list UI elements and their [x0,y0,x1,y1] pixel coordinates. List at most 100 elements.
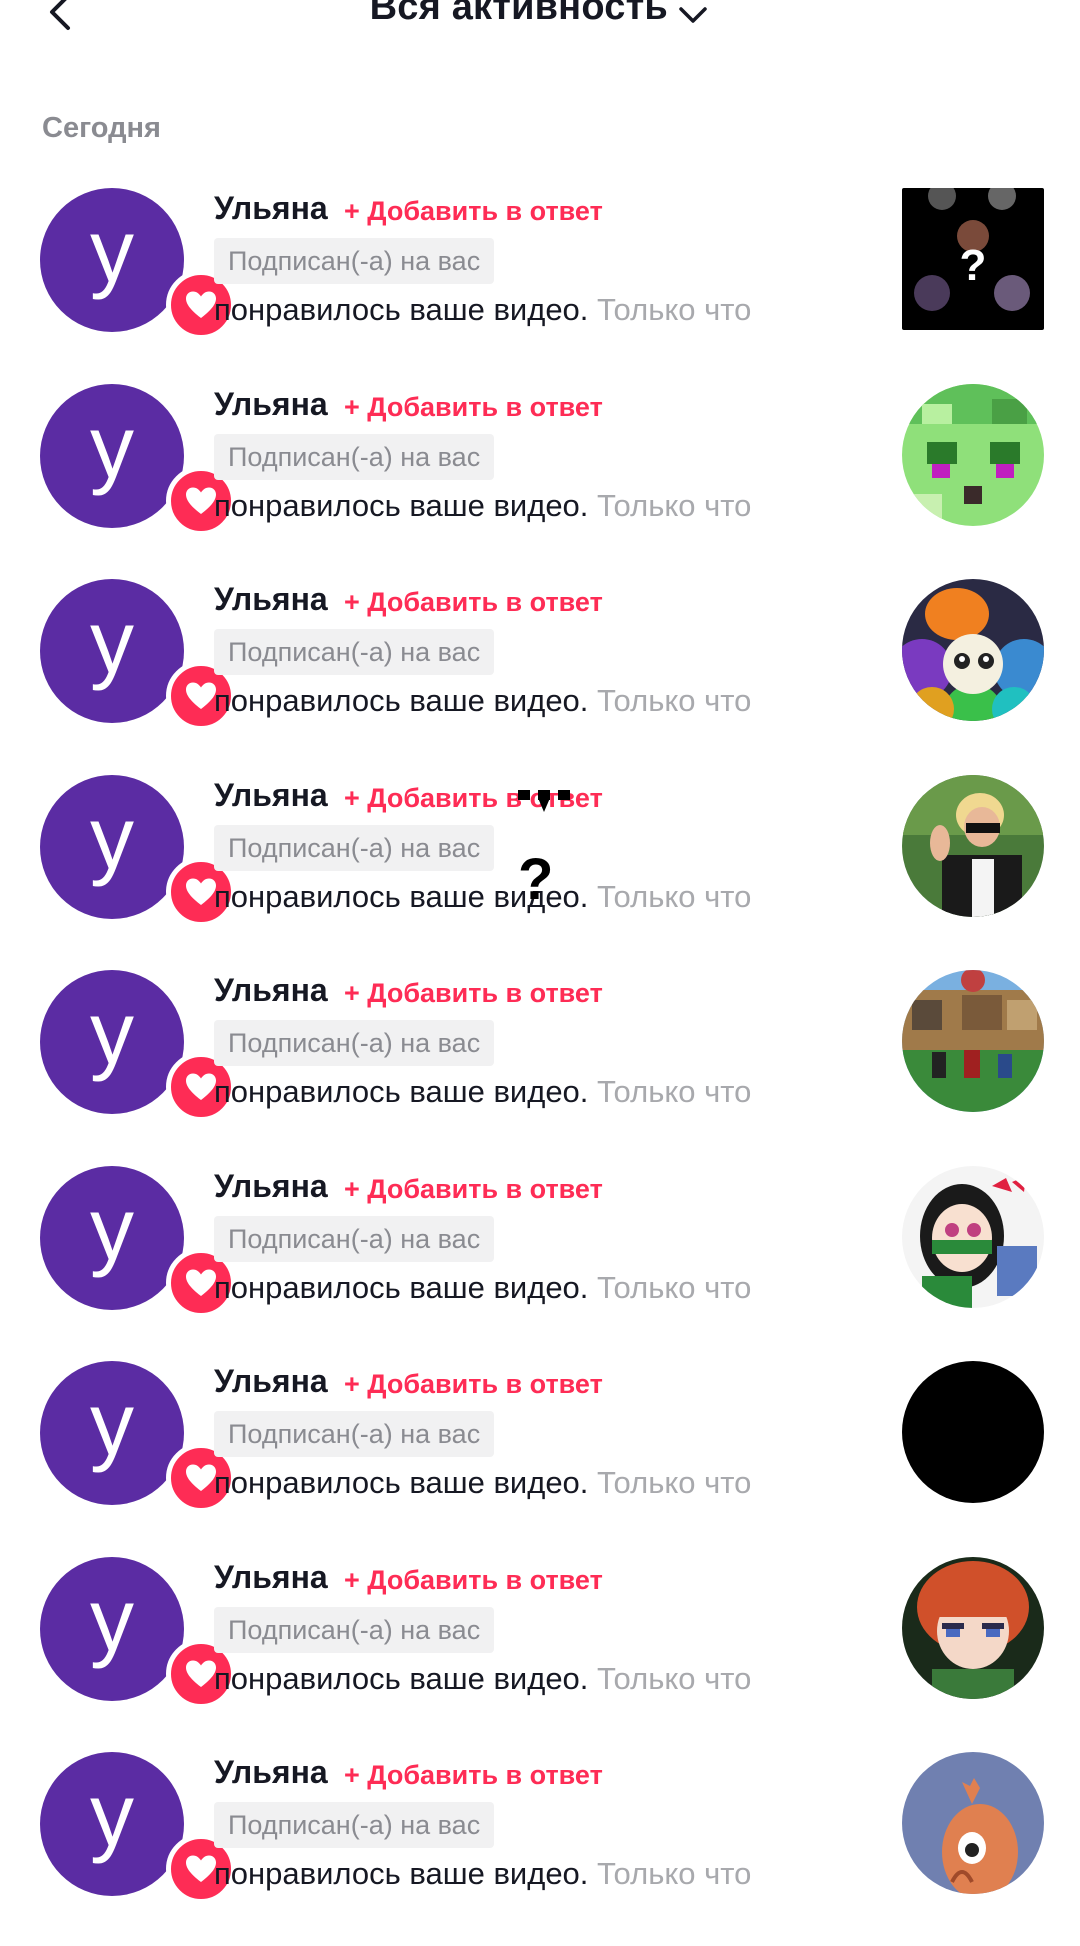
avatar[interactable]: у [40,1752,236,1904]
notification-row[interactable]: у Ульяна + Добавить в ответ Подписан(-а) на… [0,1359,1080,1555]
username[interactable]: Ульяна [214,1168,328,1205]
avatar[interactable]: у [40,1165,236,1318]
timestamp: Только что [597,683,752,718]
overlay-question-mark: ? [518,847,554,912]
avatar-letter: у [90,1765,134,1864]
activity-message: понравилось ваше видео. Только что [214,1661,751,1697]
message-text: понравилось ваше видео. [214,1465,589,1500]
notification-row[interactable]: у Ульяна + Добавить в ответ Подписан(-а) на… [0,968,1080,1164]
notification-list: у Ульяна + Добавить в ответ Подписан(-а) на… [0,186,1080,1946]
activity-message: понравилось ваше видео. Только что [214,292,751,328]
overlay-sticker-marks [518,790,570,812]
avatar-letter: у [90,396,134,496]
section-label-today: Сегодня [42,112,161,144]
avatar-letter: у [90,1178,134,1278]
avatar[interactable]: у [40,1556,236,1709]
activity-message: понравилось ваше видео. Только что [214,1465,751,1501]
video-thumbnail[interactable] [902,1361,1044,1503]
add-to-reply-button[interactable]: + Добавить в ответ [344,1174,603,1205]
activity-message: понравилось ваше видео. Только что [214,1856,751,1892]
heart-icon [186,1464,216,1491]
follows-you-badge: Подписан(-а) на вас [214,1802,495,1848]
message-text: понравилось ваше видео. [214,292,589,327]
timestamp: Только что [597,1660,752,1696]
heart-icon [186,1855,216,1882]
timestamp: Только что [597,1269,752,1305]
username[interactable]: Ульяна [214,386,328,423]
notification-row[interactable]: у Ульяна + Добавить в ответ Подписан(-а) на… [0,1750,1080,1946]
heart-icon [186,291,216,318]
username[interactable]: Ульяна [214,972,328,1009]
heart-icon [186,878,216,905]
username[interactable]: Ульяна [214,1559,328,1596]
video-thumbnail[interactable]: ? [902,188,1044,330]
video-thumbnail[interactable] [902,1556,1044,1699]
avatar-letter: у [90,1374,134,1473]
activity-message: понравилось ваше видео. Только что [214,488,751,524]
avatar-letter: у [90,592,134,691]
header: Вся активность [0,0,1080,60]
username[interactable]: Ульяна [214,190,328,227]
add-to-reply-button[interactable]: + Добавить в ответ [344,1369,603,1400]
follows-you-badge: Подписан(-а) на вас [214,1215,495,1262]
avatar[interactable]: у [40,774,236,927]
timestamp: Только что [597,878,752,914]
timestamp: Только что [597,487,752,523]
activity-message: понравилось ваше видео. Только что [214,1074,751,1110]
add-to-reply-button[interactable]: + Добавить в ответ [344,392,603,423]
video-thumbnail[interactable] [902,1165,1044,1308]
timestamp: Только что [597,1856,752,1891]
avatar[interactable]: у [40,579,236,731]
avatar-letter: у [90,1569,134,1669]
notification-row[interactable]: у Ульяна + Добавить в ответ Подписан(-а) на… [0,1164,1080,1360]
follows-you-badge: Подписан(-а) на вас [214,1020,495,1066]
avatar[interactable]: у [40,383,236,536]
avatar[interactable]: у [40,970,236,1122]
activity-filter-dropdown[interactable]: Вся активность [0,0,1080,29]
activity-message: понравилось ваше видео. Только что [214,683,751,719]
follows-you-badge: Подписан(-а) на вас [214,1606,495,1653]
notification-row[interactable]: у Ульяна + Добавить в ответ Подписан(-а) на… [0,577,1080,773]
heart-icon [186,487,216,514]
add-to-reply-button[interactable]: + Добавить в ответ [344,587,603,618]
heart-icon [186,1660,216,1687]
avatar[interactable]: у [40,1361,236,1513]
timestamp: Только что [597,292,752,327]
message-text: понравилось ваше видео. [214,1269,589,1305]
message-text: понравилось ваше видео. [214,1660,589,1696]
add-to-reply-button[interactable]: + Добавить в ответ [344,196,603,227]
timestamp: Только что [597,1465,752,1500]
avatar-letter: у [90,201,134,300]
username[interactable]: Ульяна [214,1754,328,1791]
message-text: понравилось ваше видео. [214,683,589,718]
username[interactable]: Ульяна [214,581,328,618]
username[interactable]: Ульяна [214,1363,328,1400]
avatar[interactable]: у [40,188,236,340]
follows-you-badge: Подписан(-а) на вас [214,238,495,284]
heart-icon [186,682,216,709]
activity-message: понравилось ваше видео. Только что [214,879,751,915]
video-thumbnail[interactable] [902,970,1044,1112]
activity-message: понравилось ваше видео. Только что [214,1270,751,1306]
username[interactable]: Ульяна [214,777,328,814]
video-thumbnail[interactable] [902,1752,1044,1894]
follows-you-badge: Подписан(-а) на вас [214,629,495,675]
video-thumbnail[interactable] [902,774,1044,917]
add-to-reply-button[interactable]: + Добавить в ответ [344,1760,603,1791]
avatar-letter: у [90,983,134,1082]
follows-you-badge: Подписан(-а) на вас [214,824,495,871]
follows-you-badge: Подписан(-а) на вас [214,1411,495,1457]
video-thumbnail[interactable] [902,383,1044,526]
chevron-down-icon [679,7,708,23]
message-text: понравилось ваше видео. [214,1856,589,1891]
add-to-reply-button[interactable]: + Добавить в ответ [344,1565,603,1596]
timestamp: Только что [597,1074,752,1109]
notification-row[interactable]: у Ульяна + Добавить в ответ Подписан(-а) на… [0,186,1080,382]
notification-row[interactable]: у Ульяна + Добавить в ответ Подписан(-а) на… [0,382,1080,578]
heart-icon [186,1269,216,1296]
notification-row[interactable]: у Ульяна + Добавить в ответ Подписан(-а) на… [0,1555,1080,1751]
page-title: Вся активность [369,0,668,28]
svg-text:?: ? [960,241,987,290]
add-to-reply-button[interactable]: + Добавить в ответ [344,978,603,1009]
video-thumbnail[interactable] [902,579,1044,721]
